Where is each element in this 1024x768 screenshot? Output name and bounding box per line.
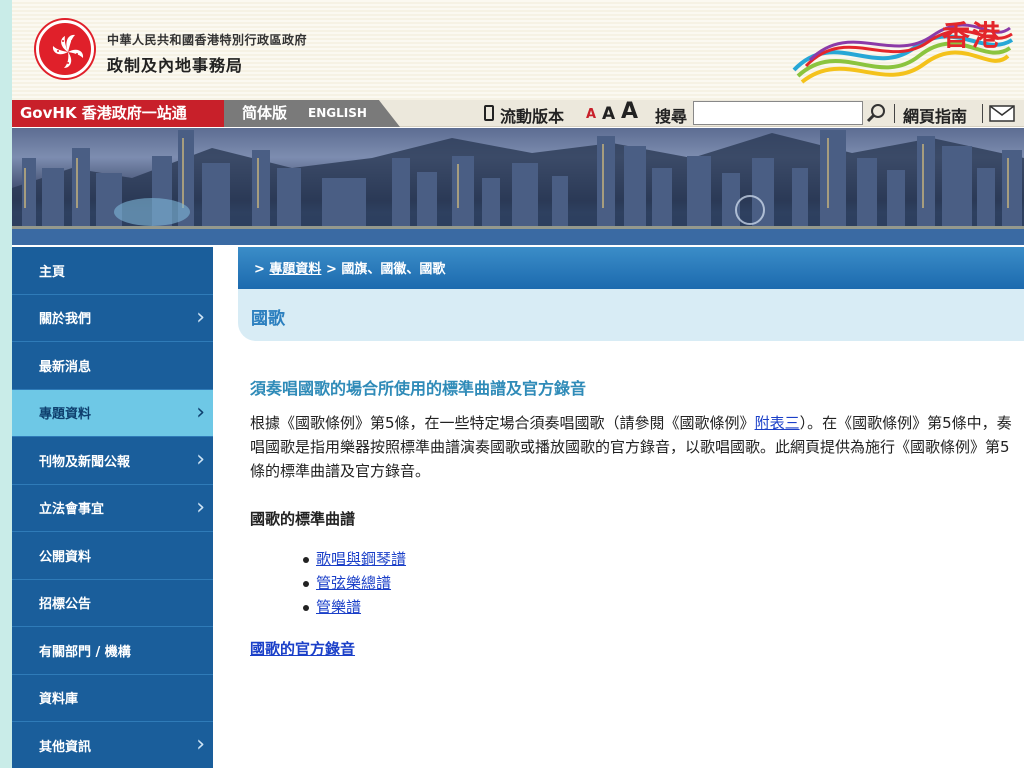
breadcrumb-link-topics[interactable]: 專題資料 bbox=[269, 262, 321, 277]
list-item: 管弦樂總譜 bbox=[303, 571, 406, 595]
page: 中華人民共和國香港特別行政區政府 政制及內地事務局 香港 GovHK 香港政府一… bbox=[12, 0, 1024, 768]
top-toolbar: GovHK 香港政府一站通 简体版 ENGLISH 流動版本 A A A 搜尋 … bbox=[12, 99, 1024, 127]
sidebar-item-label: 最新消息 bbox=[39, 359, 92, 375]
english-link[interactable]: ENGLISH bbox=[308, 100, 367, 127]
search-input[interactable] bbox=[693, 101, 863, 125]
chevron-right-icon: › bbox=[196, 304, 205, 330]
sidebar-item-legco[interactable]: 立法會事宜 › bbox=[12, 485, 213, 532]
sidebar-item-topics[interactable]: 專題資料 › bbox=[12, 389, 213, 437]
sidebar-item-database[interactable]: 資料庫 bbox=[12, 675, 213, 722]
sidebar-item-tenders[interactable]: 招標公告 bbox=[12, 580, 213, 627]
orchestral-score-link[interactable]: 管弦樂總譜 bbox=[316, 574, 391, 592]
sidebar-item-label: 招標公告 bbox=[39, 597, 92, 613]
official-recording-link[interactable]: 國歌的官方錄音 bbox=[250, 638, 355, 659]
sidebar-item-label: 立法會事宜 bbox=[39, 502, 105, 518]
chevron-right-icon: › bbox=[196, 732, 205, 758]
search-label: 搜尋 bbox=[655, 107, 688, 126]
breadcrumb-current: 國旗、國徽、國歌 bbox=[341, 262, 446, 277]
sidebar-item-latest-news[interactable]: 最新消息 bbox=[12, 342, 213, 390]
intro-paragraph: 根據《國歌條例》第5條，在一些特定場合須奏唱國歌（請參閱《國歌條例》附表三）。在… bbox=[250, 411, 1018, 483]
font-size-large-button[interactable]: A bbox=[621, 99, 638, 124]
main-content: > 專題資料 > 國旗、國徽、國歌 國歌 須奏唱國歌的場合所使用的標準曲譜及官方… bbox=[238, 247, 1024, 768]
chevron-right-icon: › bbox=[196, 494, 205, 520]
list-item: 歌唱與鋼琴譜 bbox=[303, 547, 406, 571]
sidebar-item-label: 刊物及新聞公報 bbox=[39, 454, 131, 470]
sidebar-item-label: 其他資訊 bbox=[39, 739, 92, 755]
sidebar-item-label: 資料庫 bbox=[39, 692, 79, 708]
sidebar-item-label: 關於我們 bbox=[39, 312, 92, 328]
bauhinia-emblem-icon[interactable] bbox=[36, 20, 94, 78]
list-item: 管樂譜 bbox=[303, 595, 406, 619]
sidebar-item-label: 公開資料 bbox=[39, 549, 92, 565]
sidebar-item-publications[interactable]: 刊物及新聞公報 › bbox=[12, 437, 213, 485]
intro-text: 根據《國歌條例》第5條，在一些特定場合須奏唱國歌（請參閱《國歌條例》 bbox=[250, 414, 755, 432]
magnifier-icon[interactable] bbox=[865, 102, 887, 124]
mail-envelope-icon[interactable] bbox=[989, 105, 1015, 122]
font-size-small-button[interactable]: A bbox=[586, 107, 596, 122]
page-title: 國歌 bbox=[251, 309, 285, 329]
sidebar-item-label: 主頁 bbox=[39, 264, 66, 280]
sidebar-item-about-us[interactable]: 關於我們 › bbox=[12, 295, 213, 342]
sidebar-item-label: 專題資料 bbox=[39, 407, 92, 423]
chevron-right-icon: › bbox=[196, 399, 205, 425]
page-title-box: 國歌 bbox=[238, 289, 1024, 341]
scores-heading: 國歌的標準曲譜 bbox=[250, 510, 356, 528]
schedule-3-link[interactable]: 附表三 bbox=[755, 414, 800, 432]
bureau-name[interactable]: 政制及內地事務局 bbox=[107, 52, 243, 76]
chevron-right-icon: › bbox=[196, 447, 205, 473]
score-list: 歌唱與鋼琴譜 管弦樂總譜 管樂譜 bbox=[303, 547, 406, 619]
mobile-phone-icon[interactable] bbox=[484, 105, 494, 121]
sidebar-item-related-depts[interactable]: 有關部門 / 機構 bbox=[12, 627, 213, 675]
toolbar-divider bbox=[894, 104, 895, 123]
breadcrumb-separator: > bbox=[254, 262, 270, 277]
breadcrumb-separator: > bbox=[321, 262, 342, 277]
sidebar-item-public-info[interactable]: 公開資料 bbox=[12, 532, 213, 580]
sidebar-item-other-info[interactable]: 其他資訊 › bbox=[12, 722, 213, 768]
simplified-chinese-link[interactable]: 简体版 bbox=[242, 100, 287, 127]
sidebar-item-home[interactable]: 主頁 bbox=[12, 247, 213, 295]
wind-band-score-link[interactable]: 管樂譜 bbox=[316, 598, 361, 616]
toolbar-divider bbox=[982, 104, 983, 123]
header: 中華人民共和國香港特別行政區政府 政制及內地事務局 香港 bbox=[12, 0, 1024, 100]
section-heading: 須奏唱國歌的場合所使用的標準曲譜及官方錄音 bbox=[250, 379, 587, 398]
skyline-banner-image bbox=[12, 128, 1024, 245]
government-name: 中華人民共和國香港特別行政區政府 bbox=[107, 33, 308, 47]
site-guide-link[interactable]: 網頁指南 bbox=[903, 103, 967, 127]
mobile-version-link[interactable]: 流動版本 bbox=[500, 103, 564, 127]
sidebar-nav: 主頁 關於我們 › 最新消息 專題資料 › 刊物及新聞公報 › 立法會事宜 › 公開資料… bbox=[12, 247, 213, 768]
brand-hong-kong-logo: 香港 bbox=[784, 8, 1016, 94]
govhk-link[interactable]: GovHK 香港政府一站通 bbox=[12, 100, 224, 127]
breadcrumb: > 專題資料 > 國旗、國徽、國歌 bbox=[238, 247, 1024, 289]
vocal-piano-score-link[interactable]: 歌唱與鋼琴譜 bbox=[316, 550, 406, 568]
font-size-medium-button[interactable]: A bbox=[602, 104, 615, 124]
language-bar: 简体版 ENGLISH bbox=[224, 100, 400, 127]
brand-text: 香港 bbox=[941, 19, 1002, 52]
sidebar-item-label: 有關部門 / 機構 bbox=[39, 644, 131, 660]
